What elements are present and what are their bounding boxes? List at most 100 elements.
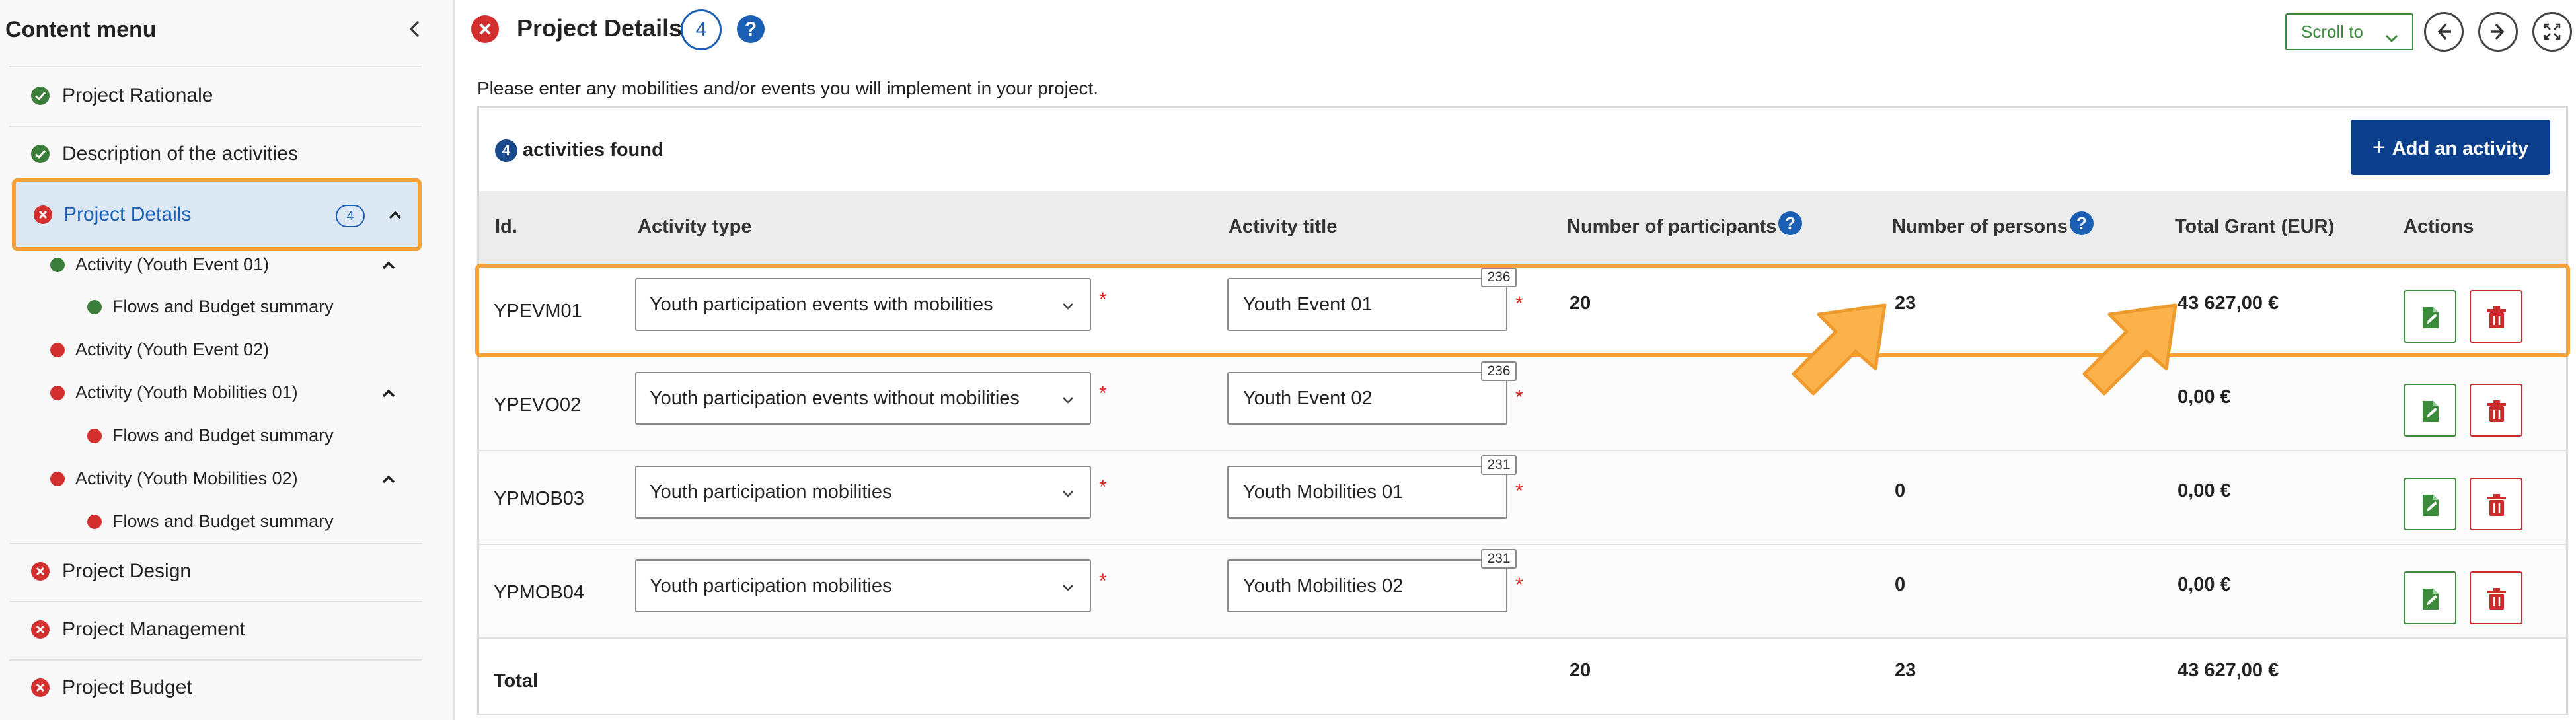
trash-icon <box>2487 588 2506 610</box>
required-marker: * <box>1099 570 1107 592</box>
required-marker: * <box>1099 382 1107 404</box>
status-dot-complete <box>87 300 102 314</box>
required-marker: * <box>1515 574 1523 596</box>
column-header-persons: Number of persons? <box>1892 211 2094 241</box>
activity-title-input[interactable]: Youth Event 02 <box>1227 372 1507 425</box>
edit-activity-button[interactable] <box>2404 384 2456 437</box>
sidebar-subitem-flows-budget-summary[interactable]: Flows and Budget summary <box>77 285 420 328</box>
sidebar-subitem-flows-budget-summary[interactable]: Flows and Budget summary <box>77 500 420 542</box>
column-header-label: Number of participants <box>1567 216 1777 237</box>
check-circle-icon <box>30 86 50 109</box>
input-value: Youth Mobilities 01 <box>1243 482 1404 503</box>
column-header-id: Id. <box>495 216 517 237</box>
activity-title-input[interactable]: Youth Event 01 <box>1227 278 1507 331</box>
found-label: activities found <box>523 139 663 161</box>
edit-activity-button[interactable] <box>2404 571 2456 624</box>
scroll-to-button[interactable]: Scroll to <box>2285 13 2413 50</box>
persons-value: 0 <box>1895 480 1906 501</box>
sidebar-subitem-activity-youth-mobilities-02[interactable]: Activity (Youth Mobilities 02) <box>40 457 423 499</box>
sidebar-subitem-activity-youth-event-02[interactable]: Activity (Youth Event 02) <box>40 328 423 371</box>
help-icon[interactable]: ? <box>736 15 765 47</box>
sidebar-subitem-flows-budget-summary[interactable]: Flows and Budget summary <box>77 414 420 456</box>
content-menu-sidebar: Content menu Project Rationale Descripti… <box>0 0 455 720</box>
sidebar-item-description-of-activities[interactable]: Description of the activities <box>9 126 422 182</box>
svg-text:?: ? <box>1785 213 1796 233</box>
status-dot-error <box>87 429 102 443</box>
activity-type-select[interactable]: Youth participation mobilities <box>635 559 1091 612</box>
annotation-arrow-icon <box>1792 303 1887 396</box>
activities-found: 4 activities found <box>495 139 663 162</box>
edit-activity-button[interactable] <box>2404 478 2456 530</box>
sidebar-subitem-activity-youth-event-01[interactable]: Activity (Youth Event 01) <box>40 243 423 285</box>
table-header: Id. Activity type Activity title Number … <box>479 191 2566 264</box>
sidebar-subitem-label: Activity (Youth Mobilities 02) <box>75 468 298 488</box>
activity-id: YPMOB03 <box>494 488 584 509</box>
delete-activity-button[interactable] <box>2470 290 2522 343</box>
sidebar-subitem-label: Flows and Budget summary <box>112 297 334 316</box>
sidebar-item-project-budget[interactable]: Project Budget <box>9 659 422 716</box>
activity-type-select[interactable]: Youth participation events with mobiliti… <box>635 278 1091 331</box>
delete-activity-button[interactable] <box>2470 478 2522 530</box>
error-circle-icon <box>30 561 50 585</box>
activity-title-input[interactable]: Youth Mobilities 02 <box>1227 559 1507 612</box>
chevron-up-icon[interactable] <box>386 206 404 228</box>
activity-id: YPEVM01 <box>494 301 582 322</box>
activities-panel: 4 activities found + Add an activity Id. A… <box>475 106 2570 715</box>
add-activity-button[interactable]: + Add an activity <box>2351 120 2550 175</box>
sidebar-subitem-activity-youth-mobilities-01[interactable]: Activity (Youth Mobilities 01) <box>40 371 423 414</box>
add-activity-label: Add an activity <box>2392 137 2529 159</box>
table-row: YPMOB04 Youth participation mobilities *… <box>479 545 2566 639</box>
status-dot-error <box>50 472 65 486</box>
trash-icon <box>2487 494 2506 516</box>
character-counter: 236 <box>1481 268 1517 287</box>
chevron-up-icon[interactable] <box>379 384 398 406</box>
input-value: Youth Event 01 <box>1243 294 1373 315</box>
activity-type-select[interactable]: Youth participation events without mobil… <box>635 372 1091 425</box>
error-circle-icon <box>33 205 53 228</box>
total-grant: 43 627,00 € <box>2178 660 2279 681</box>
fullscreen-button[interactable] <box>2532 12 2572 52</box>
sidebar-item-project-details[interactable]: Project Details 4 <box>12 178 422 251</box>
error-circle-icon <box>30 620 50 643</box>
total-grant-value: 0,00 € <box>2178 480 2231 501</box>
persons-value: 23 <box>1895 293 1916 314</box>
activity-count-badge: 4 <box>681 9 722 50</box>
sidebar-item-label: Project Design <box>62 560 192 582</box>
main-content: Project Details 4 ? Scroll to Please ent… <box>456 0 2576 720</box>
help-icon[interactable]: ? <box>1778 211 1803 241</box>
sidebar-subitem-label: Flows and Budget summary <box>112 511 334 531</box>
sidebar-subitem-label: Flows and Budget summary <box>112 425 334 445</box>
character-counter: 231 <box>1481 549 1517 569</box>
character-counter: 231 <box>1481 455 1517 475</box>
page-title: Project Details <box>517 15 683 42</box>
delete-activity-button[interactable] <box>2470 384 2522 437</box>
total-grant-value: 0,00 € <box>2178 386 2231 408</box>
activity-title-input[interactable]: Youth Mobilities 01 <box>1227 466 1507 519</box>
next-section-button[interactable] <box>2478 12 2518 52</box>
persons-value: 0 <box>1895 574 1906 595</box>
total-persons: 23 <box>1895 660 1916 681</box>
selected-value: Youth participation mobilities <box>650 482 892 503</box>
column-header-activity-title: Activity title <box>1229 216 1338 237</box>
found-count-badge: 4 <box>495 139 517 162</box>
previous-section-button[interactable] <box>2424 12 2464 52</box>
chevron-up-icon[interactable] <box>379 470 398 492</box>
total-label: Total <box>494 670 539 692</box>
activity-id: YPEVO02 <box>494 394 582 415</box>
table-row: YPMOB03 Youth participation mobilities *… <box>479 451 2566 545</box>
help-icon[interactable]: ? <box>2069 211 2094 241</box>
chevron-up-icon[interactable] <box>379 256 398 278</box>
sidebar-item-project-rationale[interactable]: Project Rationale <box>9 67 422 124</box>
activity-type-select[interactable]: Youth participation mobilities <box>635 466 1091 519</box>
input-value: Youth Event 02 <box>1243 388 1373 409</box>
collapse-sidebar-icon[interactable] <box>402 16 428 42</box>
chevron-down-icon <box>1061 393 1075 411</box>
selected-value: Youth participation mobilities <box>650 575 892 596</box>
sidebar-item-project-design[interactable]: Project Design <box>9 543 422 600</box>
sidebar-item-project-management[interactable]: Project Management <box>9 601 422 658</box>
chevron-down-icon <box>1061 487 1075 505</box>
edit-activity-button[interactable] <box>2404 290 2456 343</box>
delete-activity-button[interactable] <box>2470 571 2522 624</box>
column-header-label: Number of persons <box>1892 216 2068 237</box>
edit-document-icon <box>2423 495 2439 516</box>
